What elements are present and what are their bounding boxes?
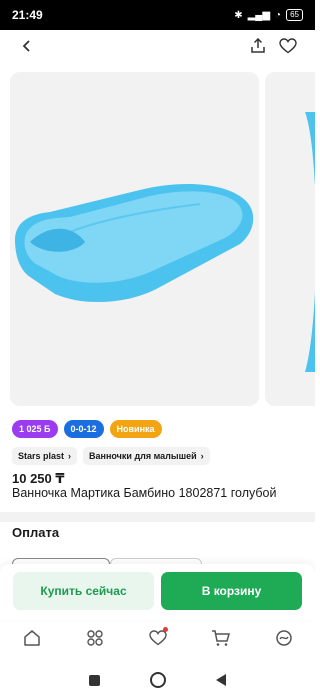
installment-badge: 0-0-12 (63, 420, 104, 438)
bluetooth-icon: ✱ (234, 9, 243, 21)
system-nav-bar (0, 660, 315, 700)
status-bar: 21:49 ✱ ▂▄▆ ◔ 65 (0, 0, 315, 30)
share-icon (251, 38, 265, 53)
home-button[interactable] (150, 672, 166, 688)
tab-cart[interactable] (207, 624, 235, 652)
payment-section-title: Оплата (12, 525, 60, 540)
product-sheet: 1 025 Б 0-0-12 Новинка Stars plast › Ван… (0, 30, 315, 700)
category-chips: Stars plast › Ванночки для малышей › (12, 447, 210, 465)
tab-favorites[interactable] (144, 624, 172, 652)
buy-now-button[interactable]: Купить сейчас (13, 572, 154, 610)
baby-bathtub-image (15, 184, 254, 303)
favorite-button[interactable] (273, 31, 303, 61)
heart-icon (279, 38, 297, 54)
wifi-icon: ◔ (275, 9, 282, 21)
profile-icon (275, 630, 292, 646)
tab-home[interactable] (18, 624, 46, 652)
battery-icon: 65 (286, 9, 303, 21)
new-badge: Новинка (109, 420, 162, 438)
section-divider (0, 512, 315, 522)
home-icon (23, 630, 40, 646)
category-chip[interactable]: Ванночки для малышей › (83, 447, 210, 465)
heart-icon (148, 630, 167, 646)
badge-row: 1 025 Б 0-0-12 Новинка (12, 420, 162, 438)
product-title: Ванночка Мартика Бамбино 1802871 голубой (12, 486, 277, 500)
recents-button[interactable] (89, 674, 100, 686)
signal-icon: ▂▄▆ (247, 9, 271, 21)
notification-dot (162, 627, 168, 632)
action-bar: Купить сейчас В корзину (0, 564, 315, 620)
chevron-right-icon: › (68, 451, 72, 461)
tab-profile[interactable] (270, 624, 298, 652)
grid-icon (86, 630, 103, 646)
brand-chip[interactable]: Stars plast › (12, 447, 78, 465)
image-gallery[interactable] (0, 72, 315, 406)
chevron-right-icon: › (200, 451, 204, 461)
back-button[interactable] (12, 31, 42, 61)
back-nav-button[interactable] (216, 674, 226, 686)
bonus-badge: 1 025 Б (12, 420, 58, 438)
top-bar (0, 30, 315, 62)
product-price: 10 250 ₸ (12, 471, 65, 486)
tab-catalog[interactable] (81, 624, 109, 652)
cart-icon (211, 630, 230, 646)
brand-chip-label: Stars plast (18, 451, 65, 461)
chevron-left-icon (22, 40, 30, 52)
next-image-preview[interactable] (265, 72, 315, 406)
share-button[interactable] (243, 31, 273, 61)
bottom-tab-bar (0, 620, 315, 656)
add-to-cart-button[interactable]: В корзину (161, 572, 302, 610)
baby-bathtub-image (305, 112, 315, 372)
category-chip-label: Ванночки для малышей (89, 451, 197, 461)
product-image[interactable] (10, 72, 259, 406)
status-time: 21:49 (12, 8, 43, 22)
